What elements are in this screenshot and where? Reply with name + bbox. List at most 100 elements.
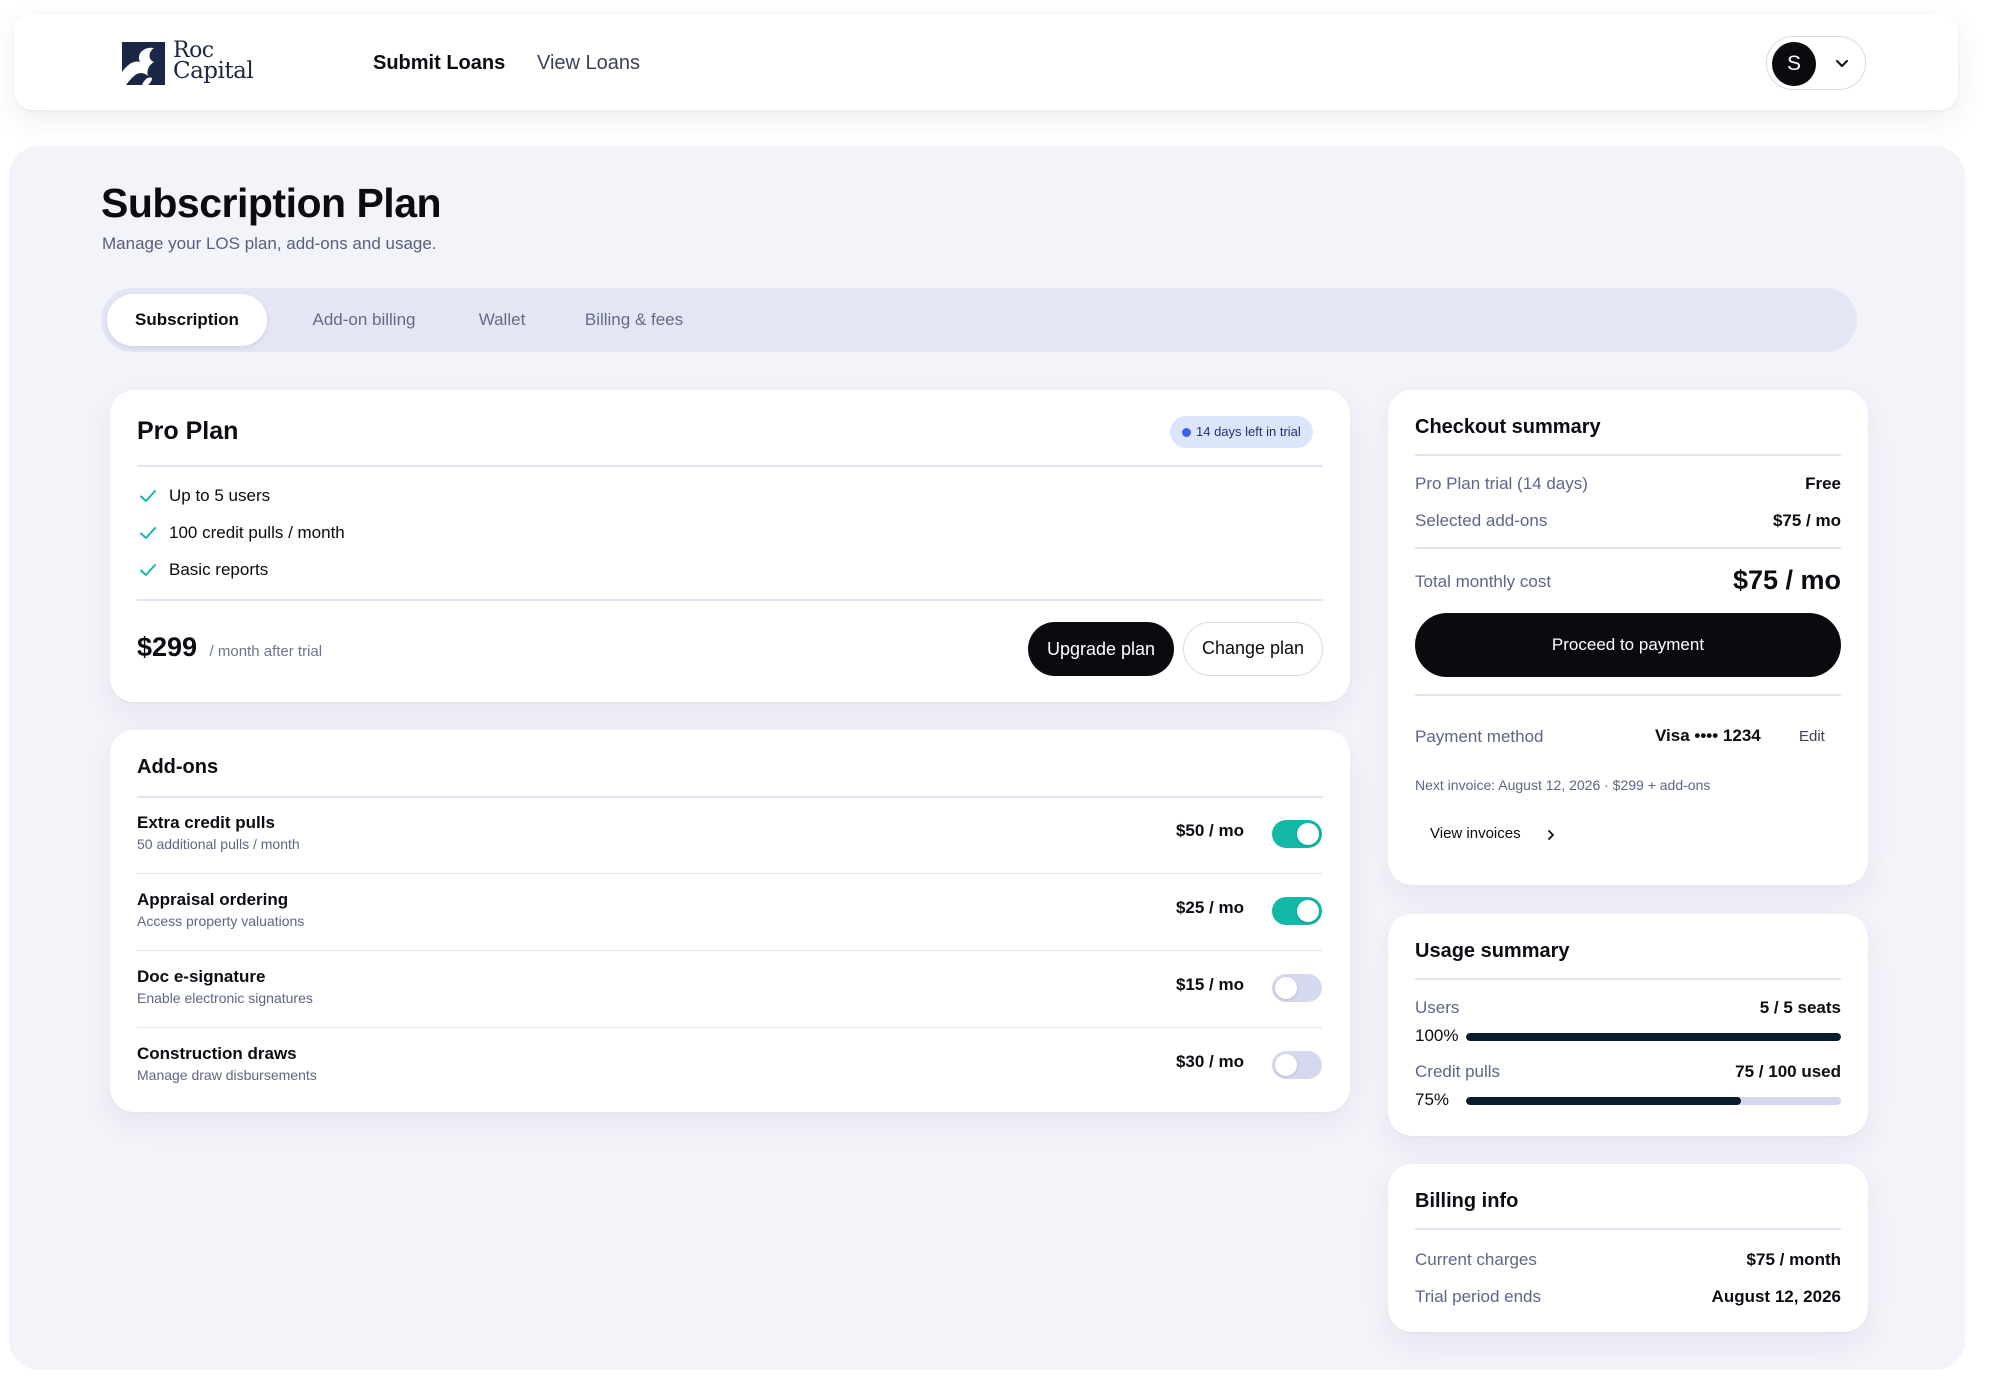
toggle-knob [1275, 977, 1297, 999]
tab-wallet[interactable]: Wallet [457, 294, 547, 346]
trial-ends-label: Trial period ends [1415, 1287, 1541, 1306]
addon-price: $30 / mo [1175, 1052, 1244, 1071]
nav-submit-loans[interactable]: Submit Loans [373, 52, 505, 75]
toggle-knob [1275, 1054, 1297, 1076]
nav-view-loans[interactable]: View Loans [537, 52, 640, 75]
addon-description: 50 additional pulls / month [137, 836, 300, 852]
plan-feature-item: Basic reports [137, 558, 345, 595]
billing-info-card: Billing info Current charges $75 / month… [1388, 1164, 1868, 1332]
selected-addons-value: $75 / mo [1772, 511, 1841, 530]
selected-addons-label: Selected add-ons [1415, 511, 1548, 530]
addons-title: Add-ons [137, 756, 219, 778]
view-invoices-link[interactable]: View invoices [1430, 825, 1521, 842]
trial-status-badge: 14 days left in trial [1170, 416, 1313, 448]
account-menu-button[interactable]: S [1766, 36, 1866, 90]
billing-title: Billing info [1415, 1190, 1519, 1212]
divider [1415, 1228, 1841, 1230]
payment-method-label: Payment method [1415, 727, 1544, 746]
addon-name: Appraisal ordering [137, 890, 289, 909]
tab-add-on-billing[interactable]: Add-on billing [279, 294, 449, 346]
plan-feature-label: Basic reports [169, 560, 269, 579]
divider [1415, 978, 1841, 980]
plan-feature-label: Up to 5 users [169, 486, 271, 505]
total-cost-label: Total monthly cost [1415, 572, 1552, 591]
addon-toggle-doc-e-signature[interactable] [1272, 974, 1322, 1002]
usage-credit-pulls-progress-bar [1466, 1097, 1841, 1105]
addon-description: Access property valuations [137, 913, 305, 929]
usage-users-progress-bar [1466, 1033, 1841, 1041]
addon-row-construction-draws: Construction draws Manage draw disbursem… [137, 1028, 1322, 1105]
divider [1415, 694, 1841, 696]
usage-credit-pulls-label: Credit pulls [1415, 1062, 1501, 1081]
addon-price: $25 / mo [1175, 898, 1244, 917]
chevron-right-icon[interactable] [1545, 828, 1557, 842]
logo-mark-icon [122, 42, 165, 85]
addon-toggle-construction-draws[interactable] [1272, 1051, 1322, 1079]
addon-row-extra-credit-pulls: Extra credit pulls 50 additional pulls /… [137, 797, 1322, 874]
trial-badge-label: 14 days left in trial [1196, 424, 1301, 439]
logo-line-2: Capital [173, 58, 254, 84]
plan-price-amount: $299 [137, 632, 198, 662]
next-invoice-info: Next invoice: August 12, 2026 · $299 + a… [1415, 777, 1711, 793]
usage-title: Usage summary [1415, 940, 1570, 962]
plan-price: $299 / month after trial [137, 632, 322, 663]
addon-row-appraisal-ordering: Appraisal ordering Access property valua… [137, 874, 1322, 951]
total-cost-value: $75 / mo [1732, 565, 1841, 595]
tab-billing-fees[interactable]: Billing & fees [565, 294, 703, 346]
usage-credit-pulls-percent: 75% [1415, 1090, 1450, 1109]
plan-trial-value: Free [1805, 474, 1841, 493]
addon-toggle-appraisal-ordering[interactable] [1272, 897, 1322, 925]
check-icon [140, 564, 156, 576]
edit-payment-method-link[interactable]: Edit [1799, 728, 1825, 745]
divider [137, 599, 1323, 601]
plan-feature-label: 100 credit pulls / month [169, 523, 345, 542]
divider [1415, 454, 1841, 456]
plan-name: Pro Plan [137, 417, 239, 445]
proceed-to-payment-button[interactable]: Proceed to payment [1415, 613, 1841, 677]
logo-wordmark: Roc Capital [173, 40, 254, 84]
page-title: Subscription Plan [101, 180, 442, 226]
addons-card: Add-ons Extra credit pulls 50 additional… [110, 730, 1350, 1112]
usage-users-percent: 100% [1415, 1026, 1459, 1045]
usage-users-label: Users [1415, 998, 1460, 1017]
toggle-knob [1297, 823, 1319, 845]
addon-name: Extra credit pulls [137, 813, 275, 832]
status-dot-icon [1182, 428, 1191, 437]
top-navigation-bar: Roc Capital Submit Loans View Loans S [14, 14, 1958, 110]
usage-users-value: 5 / 5 seats [1759, 998, 1841, 1017]
usage-summary-card: Usage summary Users 5 / 5 seats 100% Cre… [1388, 914, 1868, 1136]
checkout-summary-card: Checkout summary Pro Plan trial (14 days… [1388, 390, 1868, 885]
chevron-down-icon [1836, 60, 1848, 67]
check-icon [140, 527, 156, 539]
tab-bar: Subscription Add-on billing Wallet Billi… [101, 288, 1857, 352]
checkout-title: Checkout summary [1415, 416, 1601, 438]
toggle-knob [1297, 900, 1319, 922]
divider [137, 465, 1323, 467]
addon-price: $15 / mo [1175, 975, 1244, 994]
roc-capital-logo[interactable]: Roc Capital [122, 40, 272, 90]
current-charges-value: $75 / month [1746, 1250, 1841, 1269]
upgrade-plan-button[interactable]: Upgrade plan [1028, 622, 1174, 676]
change-plan-button[interactable]: Change plan [1183, 622, 1323, 676]
plan-feature-item: 100 credit pulls / month [137, 521, 345, 558]
avatar[interactable]: S [1772, 42, 1816, 86]
payment-method-value: Visa •••• 1234 [1655, 726, 1761, 745]
usage-users-progress-fill [1466, 1033, 1841, 1041]
trial-ends-value: August 12, 2026 [1711, 1287, 1841, 1306]
usage-credit-pulls-progress-fill [1466, 1097, 1742, 1105]
addon-description: Manage draw disbursements [137, 1067, 317, 1083]
current-charges-label: Current charges [1415, 1250, 1537, 1269]
check-icon [140, 490, 156, 502]
tab-subscription[interactable]: Subscription [107, 294, 267, 346]
addon-row-doc-e-signature: Doc e-signature Enable electronic signat… [137, 951, 1322, 1028]
plan-card: Pro Plan 14 days left in trial Up to 5 u… [110, 390, 1350, 702]
addon-name: Doc e-signature [137, 967, 266, 986]
page-subtitle: Manage your LOS plan, add-ons and usage. [102, 234, 437, 253]
addon-toggle-extra-credit-pulls[interactable] [1272, 820, 1322, 848]
usage-credit-pulls-value: 75 / 100 used [1735, 1062, 1841, 1081]
plan-trial-label: Pro Plan trial (14 days) [1415, 474, 1588, 493]
addon-description: Enable electronic signatures [137, 990, 313, 1006]
plan-price-note: / month after trial [209, 643, 323, 660]
divider [1415, 547, 1841, 549]
plan-feature-item: Up to 5 users [137, 484, 345, 521]
